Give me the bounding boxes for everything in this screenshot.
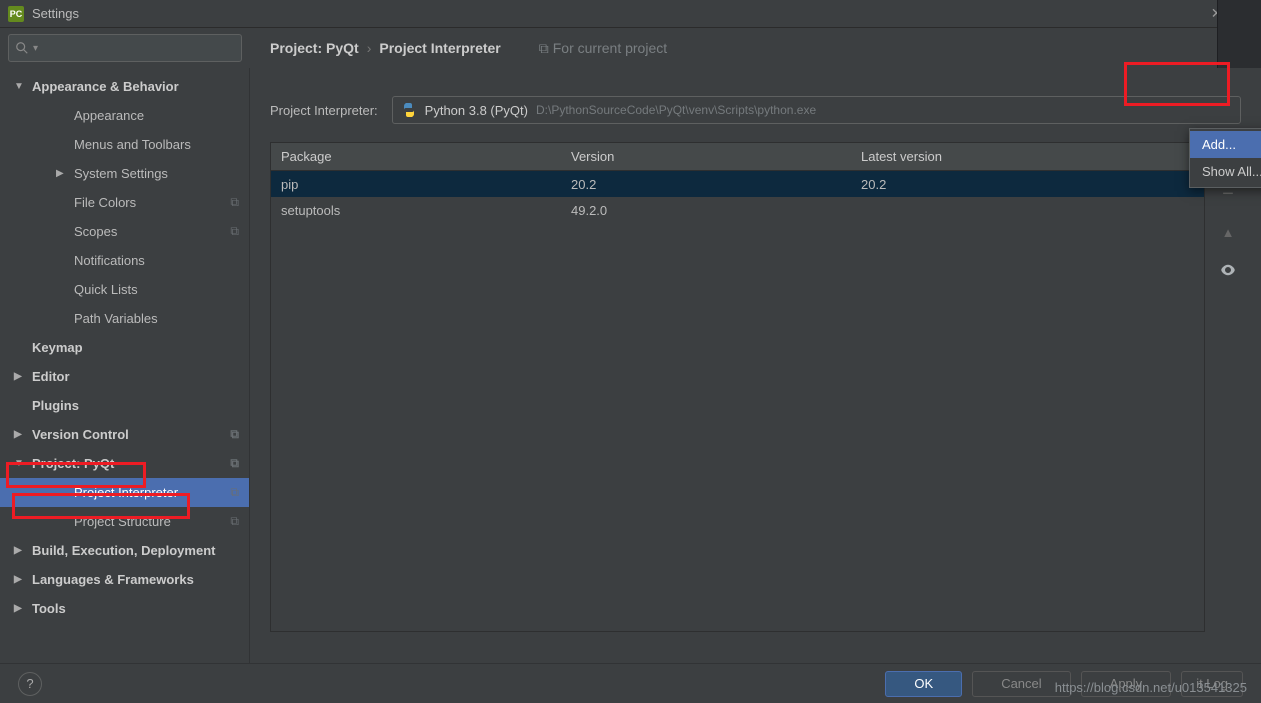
copy-icon: ⧉	[539, 40, 549, 57]
ok-button[interactable]: OK	[885, 671, 962, 697]
watermark: https://blog.csdn.net/u013541325	[1055, 680, 1247, 695]
package-latest: 20.2	[851, 177, 1204, 192]
tree-item-quick-lists[interactable]: Quick Lists	[0, 275, 249, 304]
breadcrumb-project: Project: PyQt	[270, 40, 359, 56]
tree-item-menus-and-toolbars[interactable]: Menus and Toolbars	[0, 130, 249, 159]
tree-item-project-pyqt[interactable]: ▼ Project: PyQt ⧉	[0, 449, 249, 478]
eye-icon	[1219, 261, 1237, 279]
breadcrumb-sep: ›	[367, 40, 372, 56]
tree-item-keymap[interactable]: Keymap	[0, 333, 249, 362]
col-version: Version	[561, 149, 851, 164]
tree-label: Quick Lists	[74, 282, 138, 297]
copy-icon: ⧉	[230, 224, 239, 239]
content-pane: Project Interpreter: Python 3.8 (PyQt) D…	[250, 68, 1261, 663]
tree-item-path-variables[interactable]: Path Variables	[0, 304, 249, 333]
packages-table[interactable]: Package Version Latest version pip20.220…	[270, 142, 1205, 632]
copy-icon: ⧉	[230, 195, 239, 210]
tree-item-build-execution-deployment[interactable]: ▶ Build, Execution, Deployment	[0, 536, 249, 565]
tree-item-scopes[interactable]: Scopes ⧉	[0, 217, 249, 246]
package-name: setuptools	[271, 203, 561, 218]
tree-label: Project Structure	[74, 514, 171, 529]
tree-item-editor[interactable]: ▶ Editor	[0, 362, 249, 391]
top-strip: ▾ Project: PyQt › Project Interpreter ⧉ …	[0, 28, 1261, 68]
package-row[interactable]: setuptools49.2.0	[271, 197, 1204, 223]
for-current-project: For current project	[553, 40, 667, 56]
tree-label: Project Interpreter	[74, 485, 178, 500]
tree-label: Version Control	[32, 427, 129, 442]
package-version: 20.2	[561, 177, 851, 192]
search-input[interactable]: ▾	[8, 34, 242, 62]
tree-item-languages-frameworks[interactable]: ▶ Languages & Frameworks	[0, 565, 249, 594]
tree-label: Menus and Toolbars	[74, 137, 191, 152]
tree-item-appearance[interactable]: Appearance	[0, 101, 249, 130]
interpreter-label: Project Interpreter:	[270, 103, 378, 118]
copy-icon: ⧉	[230, 427, 239, 442]
copy-icon: ⧉	[230, 514, 239, 529]
tree-item-project-structure[interactable]: Project Structure ⧉	[0, 507, 249, 536]
tree-arrow: ▶	[14, 603, 28, 614]
tree-item-appearance-behavior[interactable]: ▼ Appearance & Behavior	[0, 72, 249, 101]
tree-label: Build, Execution, Deployment	[32, 543, 215, 558]
tree-label: Editor	[32, 369, 70, 384]
tree-arrow: ▶	[14, 545, 28, 556]
app-icon: PC	[8, 6, 24, 22]
interpreter-gear-menu: Add... Show All...	[1189, 128, 1261, 188]
tree-label: File Colors	[74, 195, 136, 210]
package-row[interactable]: pip20.220.2	[271, 171, 1204, 197]
tree-item-plugins[interactable]: Plugins	[0, 391, 249, 420]
interpreter-name: Python 3.8 (PyQt)	[425, 103, 528, 118]
tree-label: Scopes	[74, 224, 117, 239]
tree-label: Appearance	[74, 108, 144, 123]
tree-arrow: ▶	[14, 429, 28, 440]
package-version: 49.2.0	[561, 203, 851, 218]
packages-header: Package Version Latest version	[271, 143, 1204, 171]
tree-item-project-interpreter[interactable]: Project Interpreter ⧉	[0, 478, 249, 507]
col-package: Package	[271, 149, 561, 164]
chevron-down-icon: ▾	[33, 43, 38, 54]
show-early-releases-button[interactable]	[1218, 260, 1238, 280]
tree-arrow: ▶	[14, 574, 28, 585]
interpreter-path: D:\PythonSourceCode\PyQt\venv\Scripts\py…	[536, 103, 816, 117]
tree-label: Notifications	[74, 253, 145, 268]
tree-label: Tools	[32, 601, 66, 616]
menu-add[interactable]: Add...	[1190, 131, 1261, 158]
tree-arrow: ▶	[14, 371, 28, 382]
tree-arrow: ▶	[56, 168, 70, 179]
tree-arrow: ▼	[14, 81, 28, 92]
breadcrumb-page: Project Interpreter	[379, 40, 500, 56]
breadcrumb: Project: PyQt › Project Interpreter ⧉ Fo…	[250, 40, 667, 57]
col-latest: Latest version	[851, 149, 1204, 164]
titlebar: PC Settings ✕ ❐	[0, 0, 1261, 28]
tree-label: Keymap	[32, 340, 83, 355]
tree-label: Project: PyQt	[32, 456, 114, 471]
window-title: Settings	[32, 6, 79, 21]
tree-item-version-control[interactable]: ▶ Version Control ⧉	[0, 420, 249, 449]
copy-icon: ⧉	[230, 485, 239, 500]
search-icon	[15, 41, 29, 55]
tree-item-tools[interactable]: ▶ Tools	[0, 594, 249, 623]
tree-label: Languages & Frameworks	[32, 572, 194, 587]
menu-show-all[interactable]: Show All...	[1190, 158, 1261, 185]
settings-tree[interactable]: ▼ Appearance & Behavior Appearance Menus an…	[0, 68, 250, 663]
tree-arrow: ▼	[14, 458, 28, 469]
tree-item-file-colors[interactable]: File Colors ⧉	[0, 188, 249, 217]
package-name: pip	[271, 177, 561, 192]
tree-item-notifications[interactable]: Notifications	[0, 246, 249, 275]
tree-label: Path Variables	[74, 311, 158, 326]
python-icon	[401, 102, 417, 118]
tree-label: Plugins	[32, 398, 79, 413]
interpreter-select[interactable]: Python 3.8 (PyQt) D:\PythonSourceCode\Py…	[392, 96, 1241, 124]
help-button[interactable]: ?	[18, 672, 42, 696]
tree-item-system-settings[interactable]: ▶ System Settings	[0, 159, 249, 188]
upgrade-package-button[interactable]: ▲	[1218, 222, 1238, 242]
copy-icon: ⧉	[230, 456, 239, 471]
tree-label: System Settings	[74, 166, 168, 181]
tree-label: Appearance & Behavior	[32, 79, 179, 94]
